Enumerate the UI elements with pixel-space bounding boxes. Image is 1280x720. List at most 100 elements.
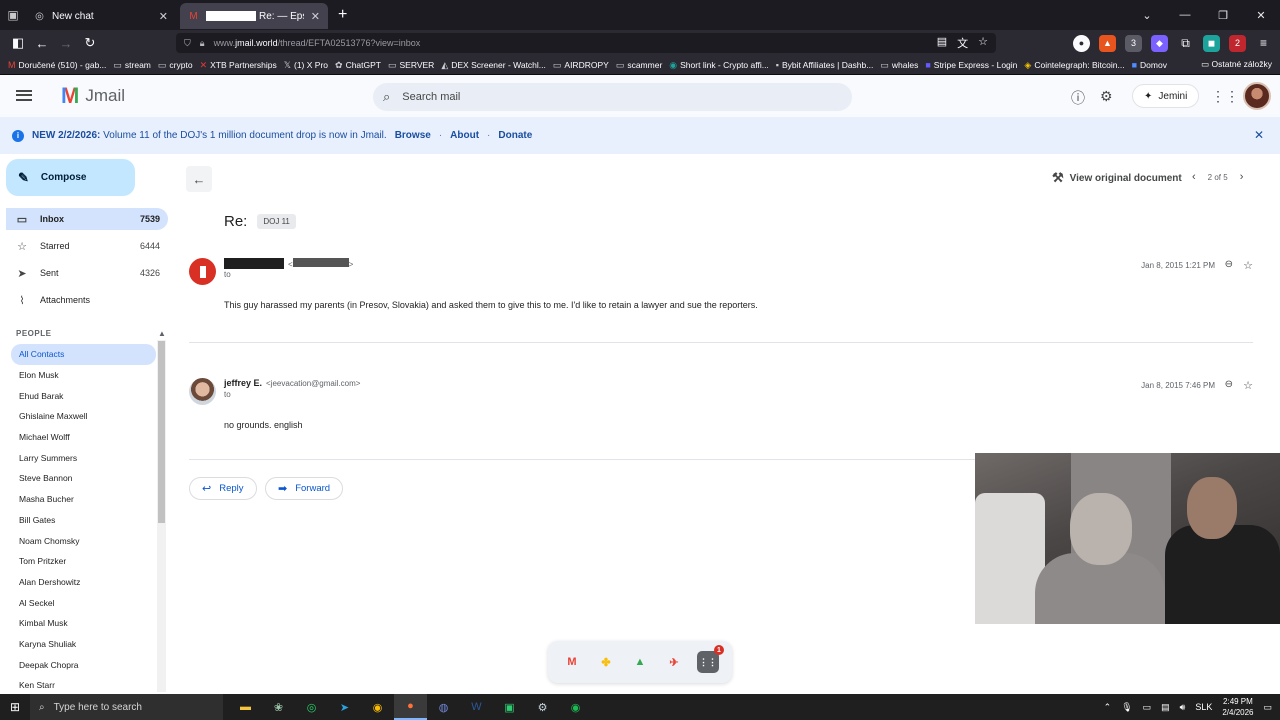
translate-icon[interactable]: 文 <box>957 35 968 51</box>
app-logo[interactable]: M Jmail <box>61 83 125 109</box>
taskbar-search[interactable]: ⌕ Type here to search <box>30 694 223 720</box>
extension-badge-icon[interactable]: 3 <box>1125 34 1142 52</box>
gmail-app-icon[interactable]: M <box>561 651 583 673</box>
settings-gear-icon[interactable]: ⚙ <box>1100 88 1113 105</box>
bookmark-item[interactable]: ✿ ChatGPT <box>335 60 381 71</box>
bookmark-item[interactable]: ◭ DEX Screener - Watchl... <box>441 60 546 71</box>
language-indicator[interactable]: SLK <box>1195 702 1212 712</box>
bookmark-item[interactable]: ▪ Bybit Affiliates | Dashb... <box>776 60 874 70</box>
people-item[interactable]: Larry Summers <box>11 447 156 468</box>
bookmark-item[interactable]: ▭ scammer <box>616 60 662 71</box>
forward-icon[interactable]: → <box>54 30 78 56</box>
collapse-caret-icon[interactable]: ▲ <box>158 329 166 338</box>
people-item[interactable]: Ehud Barak <box>11 385 156 406</box>
tab-new-chat[interactable]: ◎ New chat ✕ <box>26 3 176 29</box>
help-icon[interactable]: ⓘ <box>1071 88 1085 108</box>
account-icon[interactable]: ● <box>1073 34 1090 52</box>
reply-button[interactable]: ↩ Reply <box>189 477 257 500</box>
people-item[interactable]: Ghislaine Maxwell <box>11 406 156 427</box>
menu-icon[interactable]: ≡ <box>1255 35 1272 52</box>
link-icon[interactable]: ⊖ <box>1225 379 1233 390</box>
compose-button[interactable]: ✎ Compose <box>6 159 135 196</box>
people-item-all-contacts[interactable]: All Contacts <box>11 344 156 365</box>
file-explorer-icon[interactable]: ▬ <box>229 694 262 720</box>
volume-icon[interactable]: 🔊︎ <box>1180 702 1186 713</box>
extension-red-icon[interactable]: 2 <box>1229 34 1246 52</box>
flights-app-icon[interactable]: ✈ <box>663 651 685 673</box>
steam-icon[interactable]: ⚙ <box>526 694 559 720</box>
sidebar-item-inbox[interactable]: ▭ Inbox 7539 <box>6 208 168 230</box>
banner-about-link[interactable]: About <box>450 130 479 141</box>
subject-tag[interactable]: DOJ 11 <box>257 214 296 229</box>
sidebar-item-attachments[interactable]: ⌇ Attachments <box>6 289 168 311</box>
new-tab-button[interactable]: + <box>338 6 347 24</box>
whatsapp-icon[interactable]: ◎ <box>295 694 328 720</box>
bookmark-item[interactable]: ◈ Cointelegraph: Bitcoin... <box>1024 60 1124 71</box>
bookmark-star-icon[interactable]: ☆ <box>978 35 988 51</box>
app-icon[interactable]: ▣ <box>493 694 526 720</box>
discord-icon[interactable]: ◍ <box>427 694 460 720</box>
taskbar-search-input[interactable]: Type here to search <box>54 702 142 713</box>
people-item[interactable]: Noam Chomsky <box>11 530 156 551</box>
app-icon[interactable]: ❀ <box>262 694 295 720</box>
word-icon[interactable]: W <box>460 694 493 720</box>
star-icon[interactable]: ☆ <box>1243 379 1253 392</box>
people-item[interactable]: Ken Starr <box>11 675 156 696</box>
other-bookmarks[interactable]: ▭ Ostatné záložky <box>1201 59 1272 70</box>
bookmark-item[interactable]: ▭ AIRDROPY <box>553 60 609 71</box>
bookmark-item[interactable]: ▭ stream <box>113 60 151 71</box>
sidebar-item-starred[interactable]: ☆ Starred 6444 <box>6 235 168 257</box>
people-item[interactable]: Deepak Chopra <box>11 654 156 675</box>
bookmark-item[interactable]: ■ Stripe Express - Login <box>925 60 1017 70</box>
people-item[interactable]: Elon Musk <box>11 365 156 386</box>
bookmark-item[interactable]: ▭ SERVER <box>388 60 434 71</box>
people-item[interactable]: Karyna Shuliak <box>11 634 156 655</box>
spotify-icon[interactable]: ◉ <box>559 694 592 720</box>
user-avatar[interactable] <box>1243 82 1271 110</box>
firefox-icon[interactable]: ● <box>394 694 427 720</box>
view-original-button[interactable]: ⚒ View original document <box>1052 170 1182 186</box>
bookmark-item[interactable]: 𝕏 (1) X Pro <box>284 60 328 71</box>
people-item[interactable]: Steve Bannon <box>11 468 156 489</box>
tab-list-icon[interactable]: ▣ <box>0 0 26 30</box>
main-menu-icon[interactable] <box>16 87 32 103</box>
bookmark-item[interactable]: M Doručené (510) - gab... <box>8 60 106 70</box>
people-item[interactable]: Masha Bucher <box>11 489 156 510</box>
jemini-button[interactable]: ✦ Jemini <box>1132 84 1200 108</box>
telegram-icon[interactable]: ➤ <box>328 694 361 720</box>
banner-browse-link[interactable]: Browse <box>395 130 431 141</box>
people-item[interactable]: Tom Pritzker <box>11 551 156 572</box>
chevron-up-icon[interactable]: ⌃ <box>1104 702 1112 713</box>
display-icon[interactable]: ▭ <box>1143 702 1152 713</box>
back-to-inbox-button[interactable]: ← <box>186 166 212 192</box>
address-bar[interactable]: ⛉ 🔒︎ www.jmail.world/thread/EFTA02513776… <box>176 33 996 53</box>
close-tab-icon[interactable]: ✕ <box>159 10 168 23</box>
previous-thread-icon[interactable]: ‹ <box>1192 171 1196 183</box>
close-banner-icon[interactable]: ✕ <box>1254 128 1264 142</box>
chrome-icon[interactable]: ◉ <box>361 694 394 720</box>
microphone-icon[interactable]: 🎙︎ <box>1121 702 1132 713</box>
restore-icon[interactable]: ❐ <box>1204 9 1242 22</box>
sidebar-item-sent[interactable]: ➤ Sent 4326 <box>6 262 168 284</box>
bookmark-item[interactable]: ✕ XTB Partnerships <box>200 60 277 71</box>
tab-jmail-thread[interactable]: M Re: — Epstein E ✕ <box>180 3 328 29</box>
tab-overflow-icon[interactable]: ⌄ <box>1128 9 1166 22</box>
star-icon[interactable]: ☆ <box>1243 259 1253 272</box>
bookmark-item[interactable]: ▭ crypto <box>158 60 193 71</box>
network-icon[interactable]: ▤ <box>1161 702 1170 713</box>
people-item[interactable]: Michael Wolff <box>11 427 156 448</box>
apps-launcher-icon[interactable]: ⋮⋮ 1 <box>697 645 724 673</box>
bookmark-item[interactable]: ◉ Short link - Crypto affi... <box>669 60 769 71</box>
scrollbar-thumb[interactable] <box>158 341 165 523</box>
close-window-icon[interactable]: ✕ <box>1242 9 1280 22</box>
minimize-icon[interactable]: — <box>1166 9 1204 21</box>
clock[interactable]: 2:49 PM 2/4/2026 <box>1222 696 1253 718</box>
sidebar-toggle-icon[interactable]: ◧ <box>6 30 30 56</box>
extensions-puzzle-icon[interactable]: ⧉ <box>1177 35 1194 52</box>
link-icon[interactable]: ⊖ <box>1225 259 1233 270</box>
start-icon[interactable]: ⊞ <box>0 694 30 720</box>
search-input[interactable]: Search mail <box>402 91 460 103</box>
people-item[interactable]: Alan Dershowitz <box>11 572 156 593</box>
extension-fox-icon[interactable]: ▲ <box>1099 34 1116 52</box>
forward-button[interactable]: ➡ Forward <box>265 477 344 500</box>
